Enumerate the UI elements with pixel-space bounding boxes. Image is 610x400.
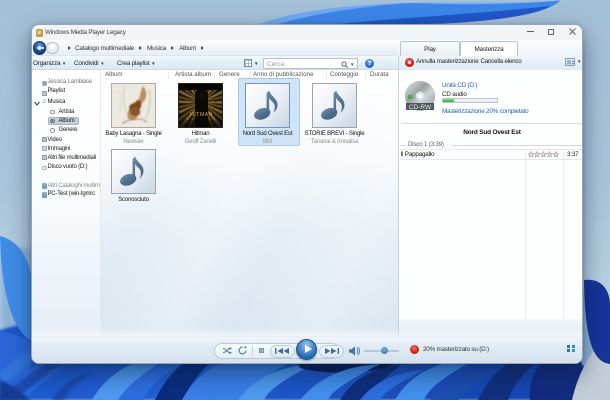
svg-text:CD-RW: CD-RW — [409, 104, 432, 111]
